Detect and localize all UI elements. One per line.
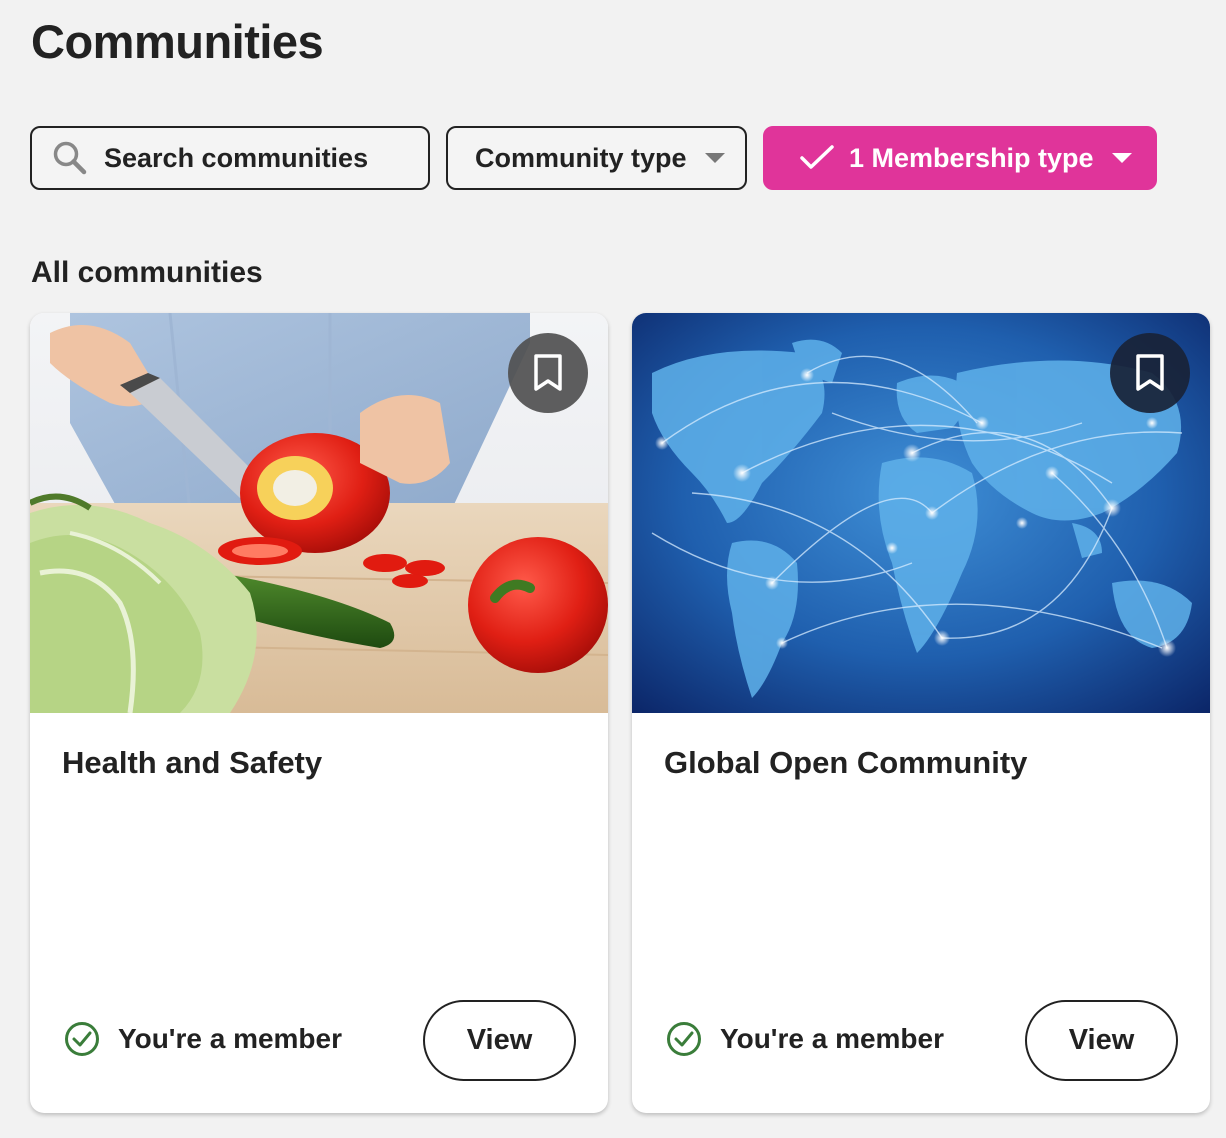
bookmark-button[interactable] (1110, 333, 1190, 413)
bookmark-icon (534, 354, 562, 391)
page-title: Communities (31, 15, 324, 68)
community-card[interactable]: Health and Safety You're a member View (30, 313, 608, 1113)
community-title: Global Open Community (664, 745, 1028, 780)
membership-status-label: You're a member (720, 1023, 944, 1054)
community-title: Health and Safety (62, 745, 323, 780)
section-title: All communities (31, 256, 263, 289)
chevron-down-icon (1111, 153, 1132, 163)
search-input[interactable]: Search communities (30, 126, 430, 190)
view-button[interactable]: View (423, 1000, 576, 1081)
check-icon (800, 145, 834, 169)
community-card[interactable]: Global Open Community You're a member Vi… (632, 313, 1210, 1113)
search-icon (53, 141, 87, 175)
membership-status: You're a member (64, 1021, 342, 1057)
membership-status-label: You're a member (118, 1023, 342, 1054)
check-circle-icon (65, 1022, 99, 1056)
search-placeholder: Search communities (104, 142, 369, 173)
chevron-down-icon (704, 153, 725, 163)
check-circle-icon (667, 1022, 701, 1056)
bookmark-icon (1136, 354, 1164, 391)
membership-type-label: 1 Membership type (849, 142, 1094, 173)
membership-type-dropdown[interactable]: 1 Membership type (763, 126, 1157, 190)
community-type-label: Community type (475, 142, 687, 173)
membership-status: You're a member (666, 1021, 944, 1057)
community-type-dropdown[interactable]: Community type (446, 126, 747, 190)
bookmark-button[interactable] (508, 333, 588, 413)
view-button[interactable]: View (1025, 1000, 1178, 1081)
